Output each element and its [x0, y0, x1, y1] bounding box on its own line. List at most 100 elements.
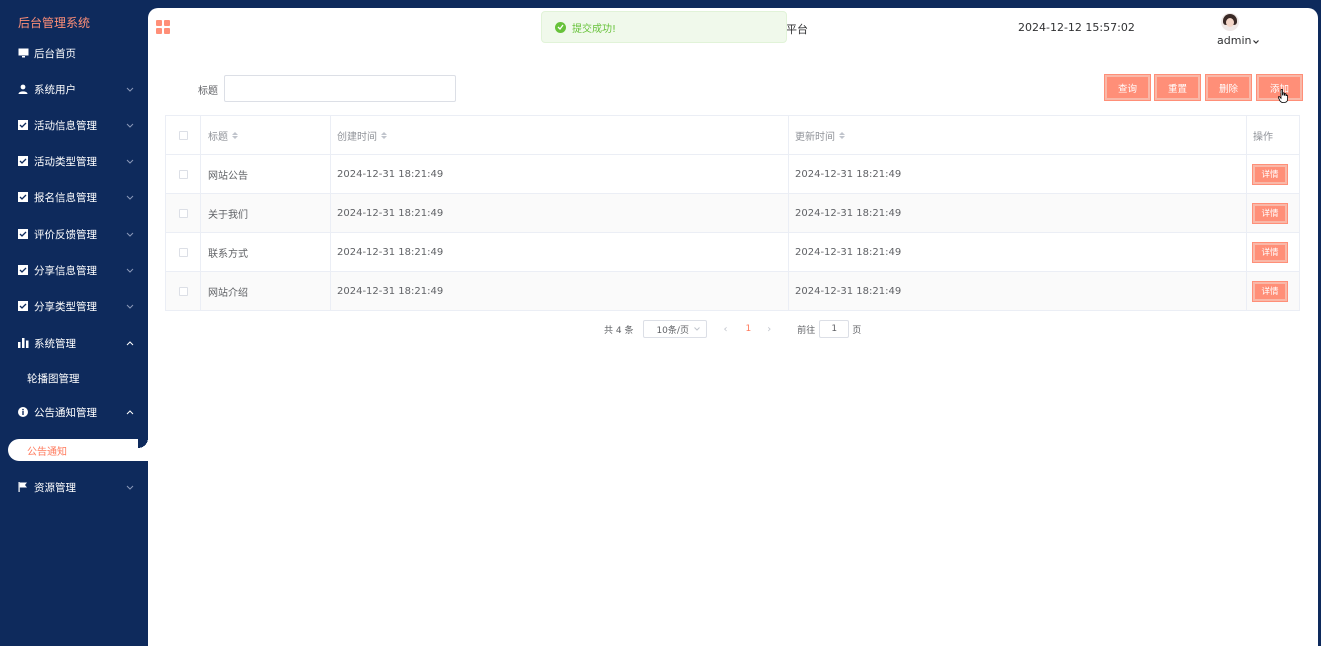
- sidebar-item-label: 分享类型管理: [34, 300, 97, 313]
- search-label: 标题: [198, 86, 218, 97]
- goto-page-input[interactable]: [819, 320, 850, 338]
- table-row: 关于我们 2024-12-31 18:21:49 2024-12-31 18:2…: [165, 194, 1300, 233]
- success-toast: 提交成功!: [541, 11, 787, 43]
- menu-grid-icon[interactable]: [156, 20, 170, 34]
- sidebar-item-activity-type[interactable]: 活动类型管理: [0, 149, 148, 173]
- cell-title: 联系方式: [201, 233, 331, 271]
- pagination-total: 共 4 条: [604, 325, 634, 336]
- sidebar-item-label: 系统管理: [34, 337, 76, 350]
- chevron-down-icon: [126, 266, 134, 274]
- sidebar-item-label: 活动类型管理: [34, 155, 97, 168]
- reset-button[interactable]: 重置: [1154, 74, 1201, 101]
- chevron-down-icon: [126, 483, 134, 491]
- sidebar-item-label: 分享信息管理: [34, 264, 97, 277]
- checkbox-icon: [17, 191, 29, 203]
- chevron-up-icon: [126, 408, 134, 416]
- sidebar-item-label: 系统用户: [34, 83, 76, 96]
- pagination: 共 4 条 10条/页 ‹ 1 › 前往 页: [604, 320, 861, 338]
- detail-button[interactable]: 详情: [1252, 163, 1288, 185]
- sidebar-item-label: 报名信息管理: [34, 191, 97, 204]
- next-page-icon[interactable]: ›: [767, 324, 771, 335]
- table-row: 网站介绍 2024-12-31 18:21:49 2024-12-31 18:2…: [165, 272, 1300, 311]
- select-all-checkbox[interactable]: [178, 130, 188, 140]
- row-checkbox[interactable]: [178, 247, 188, 257]
- goto-unit: 页: [852, 325, 862, 336]
- page-size-select[interactable]: 10条/页: [643, 320, 708, 338]
- cell-created: 2024-12-31 18:21:49: [331, 233, 789, 271]
- sidebar-item-share-info[interactable]: 分享信息管理: [0, 258, 148, 282]
- query-button[interactable]: 查询: [1104, 74, 1151, 101]
- info-icon: [17, 406, 29, 418]
- sidebar-item-activity-info[interactable]: 活动信息管理: [0, 113, 148, 137]
- delete-button[interactable]: 删除: [1205, 74, 1252, 101]
- row-checkbox[interactable]: [178, 169, 188, 179]
- sidebar-item-share-type[interactable]: 分享类型管理: [0, 294, 148, 318]
- sidebar-subitem-notice[interactable]: 公告通知: [8, 439, 153, 461]
- row-checkbox[interactable]: [178, 286, 188, 296]
- sidebar-item-registration[interactable]: 报名信息管理: [0, 185, 148, 209]
- sidebar-item-label: 活动信息管理: [34, 119, 97, 132]
- goto-label: 前往: [797, 325, 816, 336]
- system-title: 后台管理系统: [18, 16, 91, 30]
- sidebar-item-label: 资源管理: [34, 481, 76, 494]
- user-menu[interactable]: admin: [1217, 34, 1260, 47]
- chevron-down-icon: [1253, 34, 1260, 47]
- chevron-down-icon: [126, 85, 134, 93]
- column-header-updated[interactable]: 更新时间: [789, 116, 1247, 154]
- sidebar-item-label: 公告通知管理: [34, 406, 97, 419]
- check-circle-icon: [555, 21, 566, 33]
- sidebar-item-feedback[interactable]: 评价反馈管理: [0, 222, 148, 246]
- flag-icon: [17, 481, 29, 493]
- sidebar-item-label: 后台首页: [34, 47, 76, 60]
- table-row: 网站公告 2024-12-31 18:21:49 2024-12-31 18:2…: [165, 155, 1300, 194]
- column-header-title[interactable]: 标题: [201, 116, 331, 154]
- chevron-down-icon: [126, 157, 134, 165]
- detail-button[interactable]: 详情: [1252, 241, 1288, 263]
- checkbox-icon: [17, 155, 29, 167]
- row-checkbox[interactable]: [178, 208, 188, 218]
- cell-updated: 2024-12-31 18:21:49: [789, 194, 1247, 232]
- sidebar-item-resource[interactable]: 资源管理: [0, 475, 148, 499]
- cell-created: 2024-12-31 18:21:49: [331, 194, 789, 232]
- checkbox-icon: [17, 228, 29, 240]
- cell-title: 网站公告: [201, 155, 331, 193]
- cell-updated: 2024-12-31 18:21:49: [789, 155, 1247, 193]
- checkbox-icon: [17, 119, 29, 131]
- user-icon: [17, 83, 29, 95]
- chevron-down-icon: [694, 324, 701, 334]
- cell-title: 网站介绍: [201, 272, 331, 310]
- header-datetime: 2024-12-12 15:57:02: [1018, 21, 1135, 34]
- toast-message: 提交成功!: [572, 23, 617, 35]
- sidebar-item-home[interactable]: 后台首页: [0, 41, 148, 65]
- bar-chart-icon: [17, 337, 29, 349]
- monitor-icon: [17, 47, 29, 59]
- column-header-action: 操作: [1247, 116, 1300, 154]
- sidebar-subitem-carousel[interactable]: 轮播图管理: [0, 367, 148, 389]
- detail-button[interactable]: 详情: [1252, 280, 1288, 302]
- column-header-created[interactable]: 创建时间: [331, 116, 789, 154]
- prev-page-icon[interactable]: ‹: [723, 324, 727, 335]
- sidebar-item-system-users[interactable]: 系统用户: [0, 77, 148, 101]
- sidebar-item-system-management[interactable]: 系统管理: [0, 331, 148, 355]
- sort-icon[interactable]: [381, 131, 387, 139]
- chevron-down-icon: [126, 230, 134, 238]
- chevron-up-icon: [126, 339, 134, 347]
- hand-cursor-icon: [1277, 88, 1288, 103]
- page-number[interactable]: 1: [745, 324, 751, 334]
- title-search-input[interactable]: [224, 75, 456, 102]
- username: admin: [1217, 34, 1252, 47]
- sidebar-item-label: 评价反馈管理: [34, 228, 97, 241]
- sort-icon[interactable]: [232, 131, 238, 139]
- cell-created: 2024-12-31 18:21:49: [331, 272, 789, 310]
- header-title: 平台: [786, 23, 808, 36]
- detail-button[interactable]: 详情: [1252, 202, 1288, 224]
- checkbox-icon: [17, 264, 29, 276]
- cell-created: 2024-12-31 18:21:49: [331, 155, 789, 193]
- sidebar-item-notice-management[interactable]: 公告通知管理: [0, 400, 148, 424]
- table-header-row: 标题 创建时间 更新时间 操作: [165, 115, 1300, 155]
- avatar[interactable]: [1221, 13, 1239, 31]
- chevron-down-icon: [126, 193, 134, 201]
- sort-icon[interactable]: [839, 131, 845, 139]
- main-panel: 平台 2024-12-12 15:57:02 admin 提交成功! 标题 查询…: [138, 8, 1318, 646]
- chevron-down-icon: [126, 302, 134, 310]
